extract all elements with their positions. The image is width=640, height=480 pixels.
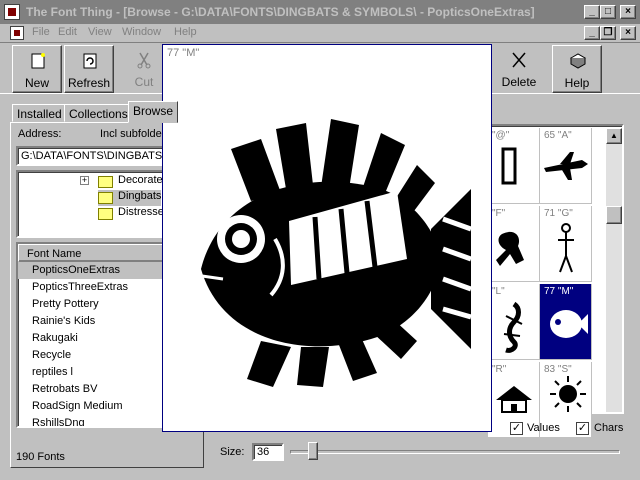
char-cell[interactable]: "@": [488, 128, 540, 204]
sun-glyph-icon: [550, 376, 586, 412]
char-cell[interactable]: 65 "A": [540, 128, 592, 204]
creature-glyph-icon: [496, 231, 524, 266]
mdi-restore-button[interactable]: ❐: [600, 26, 616, 40]
minimize-button[interactable]: _: [584, 5, 600, 19]
tab-browse[interactable]: Browse: [128, 101, 179, 123]
app-icon[interactable]: [4, 4, 20, 20]
size-label: Size:: [220, 446, 245, 458]
help-book-icon: [569, 53, 587, 69]
refresh-label: Refresh: [67, 76, 111, 90]
delete-icon: [512, 52, 526, 68]
tab-collections[interactable]: Collections: [64, 104, 133, 122]
values-checkbox[interactable]: ✓: [510, 422, 523, 435]
size-slider-track[interactable]: [290, 450, 620, 454]
preview-char-label: 77 "M": [167, 47, 200, 59]
title-bar[interactable]: The Font Thing - [Browse - G:\DATA\FONTS…: [0, 0, 640, 24]
menu-window[interactable]: Window: [122, 26, 161, 38]
tree-expander[interactable]: +: [80, 176, 89, 185]
open-folder-icon: [98, 192, 113, 204]
size-slider-thumb[interactable]: [308, 442, 318, 460]
lizard-glyph-icon: [503, 301, 523, 353]
menu-bar: File Edit View Window Help _ ❐ ×: [0, 24, 640, 42]
cut-label: Cut: [134, 75, 154, 89]
delete-button[interactable]: Delete: [494, 45, 544, 93]
help-label: Help: [564, 76, 590, 90]
new-label: New: [24, 76, 49, 90]
tree-item-decorated[interactable]: Decorated: [98, 174, 169, 190]
chars-checkbox[interactable]: ✓: [576, 422, 589, 435]
mdi-minimize-button[interactable]: _: [584, 26, 600, 40]
document-icon[interactable]: [10, 26, 24, 40]
grid-vertical-scrollbar[interactable]: ▲: [606, 128, 622, 412]
menu-view[interactable]: View: [88, 26, 112, 38]
char-cell-selected[interactable]: 77 "M": [540, 284, 592, 360]
cut-button[interactable]: Cut: [124, 45, 164, 93]
tree-item-dingbats[interactable]: Dingbats: [98, 190, 162, 206]
character-preview-popup: 77 "M": [162, 44, 492, 432]
menu-edit[interactable]: Edit: [58, 26, 77, 38]
folder-icon: [98, 176, 113, 188]
rectangle-glyph-icon: [501, 147, 517, 185]
folder-icon: [98, 208, 113, 220]
refresh-icon: [83, 53, 97, 69]
new-button[interactable]: New: [12, 45, 62, 93]
delete-label: Delete: [501, 75, 537, 89]
char-cell[interactable]: "L": [488, 284, 540, 360]
chars-label: Chars: [594, 422, 624, 434]
fish-glyph-icon: [194, 119, 471, 387]
menu-file[interactable]: File: [32, 26, 50, 38]
help-button[interactable]: Help: [552, 45, 602, 93]
close-button[interactable]: ×: [620, 5, 636, 19]
maximize-button[interactable]: □: [600, 5, 616, 19]
figure-glyph-icon: [558, 223, 574, 273]
scroll-thumb[interactable]: [606, 206, 622, 224]
size-input[interactable]: 36: [252, 443, 284, 461]
window-title: The Font Thing - [Browse - G:\DATA\FONTS…: [26, 5, 535, 19]
mdi-close-button[interactable]: ×: [620, 26, 636, 40]
tree-item-distressed[interactable]: Distressed: [98, 206, 170, 222]
tab-installed[interactable]: Installed: [12, 104, 67, 122]
airplane-glyph-icon: [544, 152, 588, 180]
house-glyph-icon: [496, 386, 532, 413]
char-cell[interactable]: "F": [488, 206, 540, 282]
scissors-icon: [137, 52, 151, 69]
new-document-icon: [31, 53, 45, 69]
refresh-button[interactable]: Refresh: [64, 45, 114, 93]
subfolders-label: Incl subfolders: [100, 128, 171, 140]
fish-glyph-icon: [550, 310, 588, 338]
address-label: Address:: [18, 128, 62, 140]
font-count-status: 190 Fonts: [16, 451, 65, 463]
values-label: Values: [527, 422, 560, 434]
menu-help[interactable]: Help: [174, 26, 197, 38]
scroll-up-arrow-icon[interactable]: ▲: [606, 128, 622, 144]
char-cell[interactable]: 71 "G": [540, 206, 592, 282]
